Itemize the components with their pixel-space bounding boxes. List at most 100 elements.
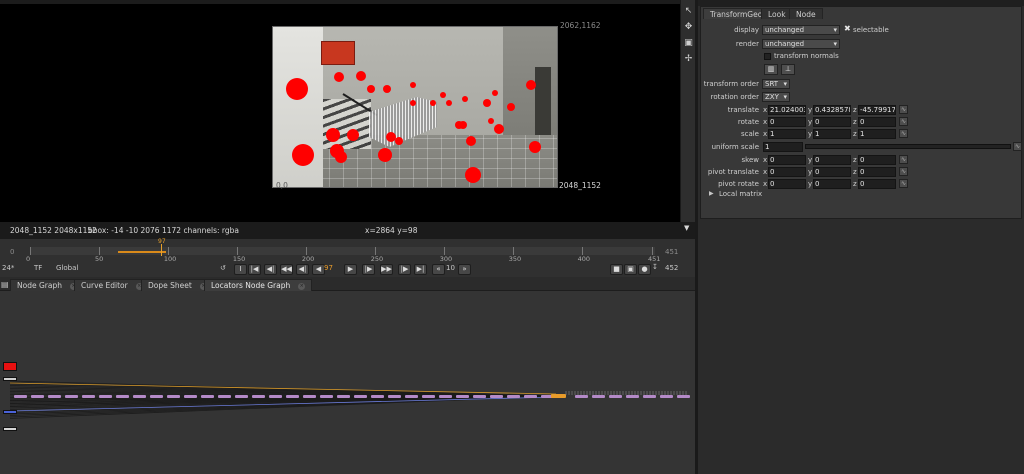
display-label: display xyxy=(734,26,759,34)
local-matrix-label[interactable]: Local matrix xyxy=(719,190,762,198)
fps-field[interactable]: 24* xyxy=(2,264,14,272)
transform-handles-icon[interactable]: ✥ xyxy=(683,22,694,33)
y-field[interactable]: 0 xyxy=(813,117,851,127)
locator-point xyxy=(492,90,498,96)
z-field[interactable]: 1 xyxy=(858,129,896,139)
info-expand-icon[interactable]: ▼ xyxy=(684,224,689,232)
end-frame-field[interactable]: 452 xyxy=(665,264,678,272)
transform-normals-checkbox[interactable] xyxy=(764,53,771,60)
timeline-tick-label: 0 xyxy=(26,255,31,263)
flipbook-button[interactable]: ■ xyxy=(610,264,623,275)
frame-step-icon[interactable]: I xyxy=(234,264,247,275)
read-node[interactable] xyxy=(3,362,17,371)
y-field[interactable]: 0.43285787 xyxy=(813,105,851,115)
prev-increment-button[interactable]: ◀◀ xyxy=(280,264,293,275)
playback-mode-icon[interactable]: ↺ xyxy=(220,264,226,272)
tab-curve-editor[interactable]: Curve Editor × xyxy=(74,279,150,291)
animation-button[interactable]: ∿ xyxy=(899,155,908,164)
current-frame-field[interactable]: 97 xyxy=(324,264,333,272)
last-frame-button[interactable]: ▶| xyxy=(414,264,427,275)
z-field[interactable]: -45.7991719 xyxy=(858,105,896,115)
row-label: rotate xyxy=(737,118,759,126)
render-dropdown[interactable]: unchanged xyxy=(762,39,840,49)
viewer-canvas[interactable]: 2062,1162 2048_1152 0,0 xyxy=(0,0,695,222)
x-field[interactable]: 21.0240033! xyxy=(768,105,806,115)
play-forward-button[interactable]: ▶ xyxy=(344,264,357,275)
info-format: 2048_1152 2048x1152 xyxy=(10,226,97,235)
next-increment-button[interactable]: ▶▶ xyxy=(380,264,393,275)
x-field[interactable]: 0 xyxy=(768,167,806,177)
locator-point xyxy=(347,129,359,141)
next-keyframe-button[interactable]: |▶ xyxy=(398,264,411,275)
tab-dope-sheet[interactable]: Dope Sheet× xyxy=(141,279,214,291)
selectable-checkbox[interactable]: ✖ xyxy=(844,24,851,33)
tab-transformgeo[interactable]: TransformGeo xyxy=(703,8,770,19)
transform-normals-label: transform normals xyxy=(774,52,839,60)
x-field[interactable]: 0 xyxy=(768,117,806,127)
animation-button[interactable]: ∿ xyxy=(899,105,908,114)
decrement-step-button[interactable]: « xyxy=(432,264,445,275)
timeline[interactable]: 0 0 50 100 150 200 250 300 350 400 451 97 451 24*… xyxy=(0,238,695,277)
animation-button[interactable]: ∿ xyxy=(899,167,908,176)
select-arrow-icon[interactable]: ↖ xyxy=(683,6,694,17)
locators-node-graph[interactable] xyxy=(0,291,695,474)
animation-button[interactable]: ∿ xyxy=(899,179,908,188)
rotation-order-dropdown[interactable]: ZXY xyxy=(762,92,790,102)
increment-field[interactable]: 10 xyxy=(446,264,455,272)
timeline-tick-label: 451 xyxy=(648,255,661,263)
tab-look[interactable]: Look xyxy=(761,8,793,19)
hierarchy-icon[interactable]: ⊥ xyxy=(781,64,795,75)
uniform-scale-slider[interactable] xyxy=(805,144,1011,149)
y-field[interactable]: 0 xyxy=(813,179,851,189)
animation-button[interactable]: ∿ xyxy=(899,129,908,138)
prev-keyframe-button[interactable]: ◀| xyxy=(264,264,277,275)
tab-label: Curve Editor xyxy=(81,281,128,290)
locator-node xyxy=(524,395,537,398)
y-field[interactable]: 0 xyxy=(813,155,851,165)
y-field[interactable]: 0 xyxy=(813,167,851,177)
timeline-out-field[interactable]: 451 xyxy=(665,248,678,256)
z-field[interactable]: 0 xyxy=(858,179,896,189)
locator-node xyxy=(609,395,622,398)
node-graph-canvas[interactable] xyxy=(0,291,695,474)
tab-menu-icon[interactable]: ▤ xyxy=(1,280,9,289)
transform-order-dropdown[interactable]: SRT xyxy=(762,79,790,89)
z-field[interactable]: 0 xyxy=(858,155,896,165)
x-field[interactable]: 1 xyxy=(768,129,806,139)
animation-button[interactable]: ∿ xyxy=(899,117,908,126)
node-small-blue[interactable] xyxy=(3,410,17,414)
timeline-tick xyxy=(98,247,100,255)
viewer-toolbar: ↖ ✥ ▣ ✢ xyxy=(680,0,695,222)
node-small-white[interactable] xyxy=(3,377,17,381)
next-frame-button[interactable]: |▶ xyxy=(362,264,375,275)
x-field[interactable]: 0 xyxy=(768,179,806,189)
y-field[interactable]: 1 xyxy=(813,129,851,139)
tab-label: Dope Sheet xyxy=(148,281,192,290)
z-field[interactable]: 0 xyxy=(858,167,896,177)
snap-menu-icon[interactable]: ▥ xyxy=(764,64,778,75)
cache-button[interactable]: ▣ xyxy=(624,264,637,275)
tab-node[interactable]: Node xyxy=(789,8,823,19)
render-button[interactable]: ● xyxy=(638,264,651,275)
first-frame-button[interactable]: |◀ xyxy=(248,264,261,275)
tf-dropdown[interactable]: TF xyxy=(34,264,42,272)
uniform-scale-field[interactable]: 1 xyxy=(763,142,803,152)
local-matrix-expand-icon[interactable]: ▶ xyxy=(709,190,714,197)
uniform-scale-animation-button[interactable]: ∿ xyxy=(1013,142,1022,151)
tab-close-icon[interactable]: × xyxy=(298,282,306,290)
z-field[interactable]: 0 xyxy=(858,117,896,127)
cube-icon[interactable]: ▣ xyxy=(683,38,694,49)
tab-node-graph[interactable]: Node Graph× xyxy=(10,279,84,291)
timeline-tick-label: 50 xyxy=(94,255,104,263)
timeline-playhead[interactable] xyxy=(161,244,162,256)
x-field[interactable]: 0 xyxy=(768,155,806,165)
axis-gizmo-icon[interactable]: ✢ xyxy=(683,54,694,65)
global-dropdown[interactable]: Global xyxy=(56,264,78,272)
node-small-grey[interactable] xyxy=(3,427,17,431)
timeline-in-field[interactable]: 0 xyxy=(10,248,14,256)
tab-locators-node-graph[interactable]: Locators Node Graph × xyxy=(204,279,313,291)
viewer-frame[interactable] xyxy=(272,26,558,188)
display-dropdown[interactable]: unchanged xyxy=(762,25,840,35)
increment-step-button[interactable]: » xyxy=(458,264,471,275)
prev-frame-button[interactable]: ◀| xyxy=(296,264,309,275)
